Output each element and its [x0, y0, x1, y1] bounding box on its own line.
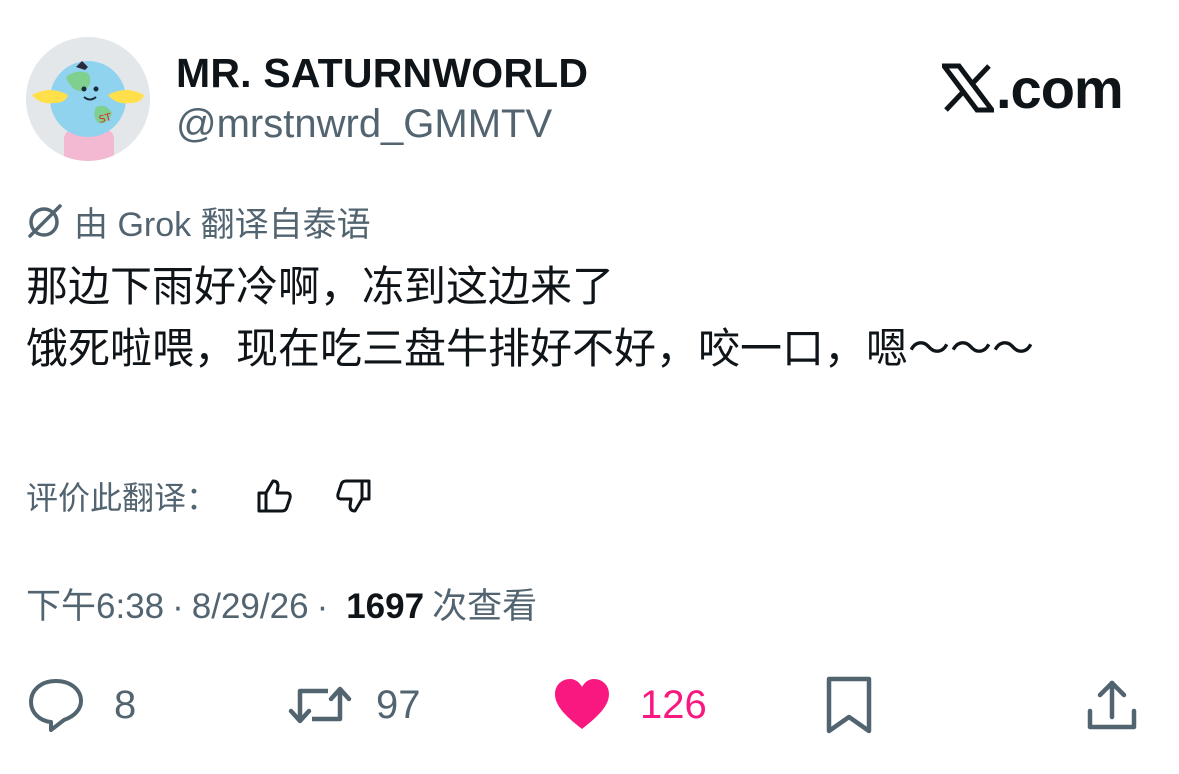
rate-translation-label: 评价此翻译： [26, 480, 219, 516]
view-count-label: 次查看 [432, 587, 538, 626]
translation-notice: 由 Grok 翻译自泰语 [26, 200, 371, 244]
retweet-icon [286, 675, 354, 735]
tweet-text: 那边下雨好冷啊，冻到这边来了 饿死啦喂，现在吃三盘牛排好不好，咬一口，嗯～～～ [26, 263, 1035, 372]
x-logo-icon [939, 63, 997, 113]
heart-icon [552, 675, 612, 735]
x-com-domain: .com [996, 56, 1124, 120]
view-count: 1697 [346, 587, 425, 626]
bookmark-icon [822, 675, 876, 735]
tweet-date[interactable]: 8/29/26 [192, 587, 309, 627]
action-bar: 8 97 126 [0, 672, 1179, 738]
retweet-button[interactable]: 97 [286, 672, 421, 738]
avatar[interactable]: ST [26, 37, 150, 161]
share-icon [1082, 675, 1142, 735]
author-display-name[interactable]: MR. SATURNWORLD [176, 50, 588, 97]
avatar-image: ST [26, 37, 150, 161]
reply-icon [26, 675, 86, 735]
reply-count: 8 [114, 682, 137, 727]
reply-button[interactable]: 8 [26, 672, 136, 738]
meta-separator: · [172, 587, 184, 626]
like-count: 126 [640, 682, 707, 727]
grok-icon [26, 202, 64, 240]
translation-label: 由 Grok 翻译自泰语 [74, 205, 371, 244]
thumbs-down-icon[interactable] [334, 476, 374, 516]
bookmark-button[interactable] [822, 672, 876, 738]
thumbs-up-icon[interactable] [254, 476, 294, 516]
meta-separator: · [316, 587, 329, 626]
tweet-meta: 下午6:38 · 8/29/26 · 1697 次查看 [26, 578, 537, 629]
author-handle[interactable]: @mrstnwrd_GMMTV [176, 102, 552, 147]
rate-translation-row: 评价此翻译： [26, 474, 374, 518]
tweet-time[interactable]: 下午6:38 [26, 578, 164, 629]
share-button[interactable] [1082, 672, 1142, 738]
x-com-brand: .com [939, 56, 1124, 120]
like-button[interactable]: 126 [552, 672, 707, 738]
retweet-count: 97 [376, 682, 421, 727]
